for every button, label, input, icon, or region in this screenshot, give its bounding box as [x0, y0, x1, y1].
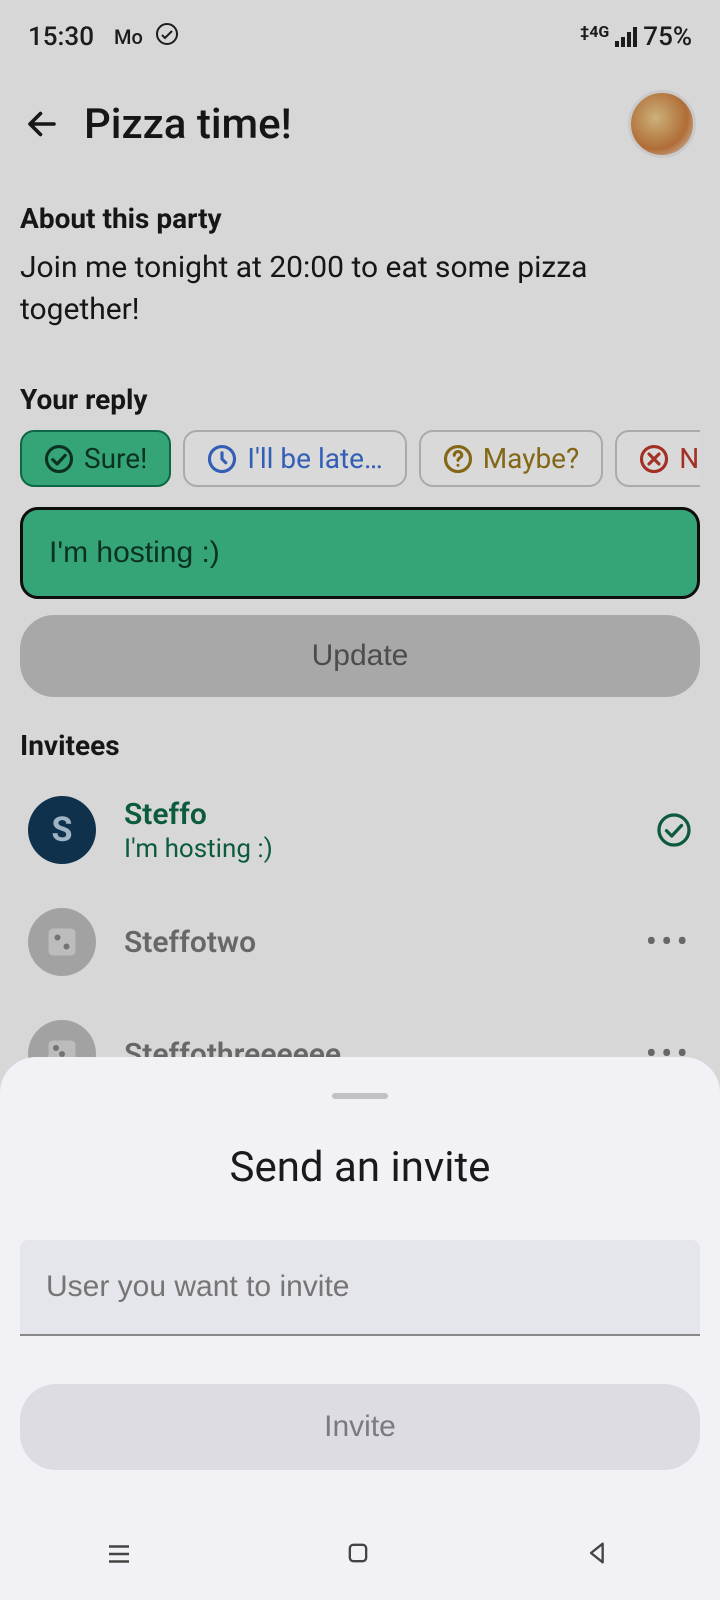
home-icon[interactable] [344, 1539, 376, 1571]
back-nav-icon[interactable] [584, 1539, 616, 1571]
invite-user-input[interactable] [20, 1240, 700, 1336]
system-nav-bar [0, 1510, 720, 1600]
sheet-title: Send an invite [20, 1143, 700, 1192]
recents-icon[interactable] [104, 1539, 136, 1571]
sheet-handle[interactable] [332, 1093, 388, 1099]
invite-button[interactable]: Invite [20, 1384, 700, 1470]
